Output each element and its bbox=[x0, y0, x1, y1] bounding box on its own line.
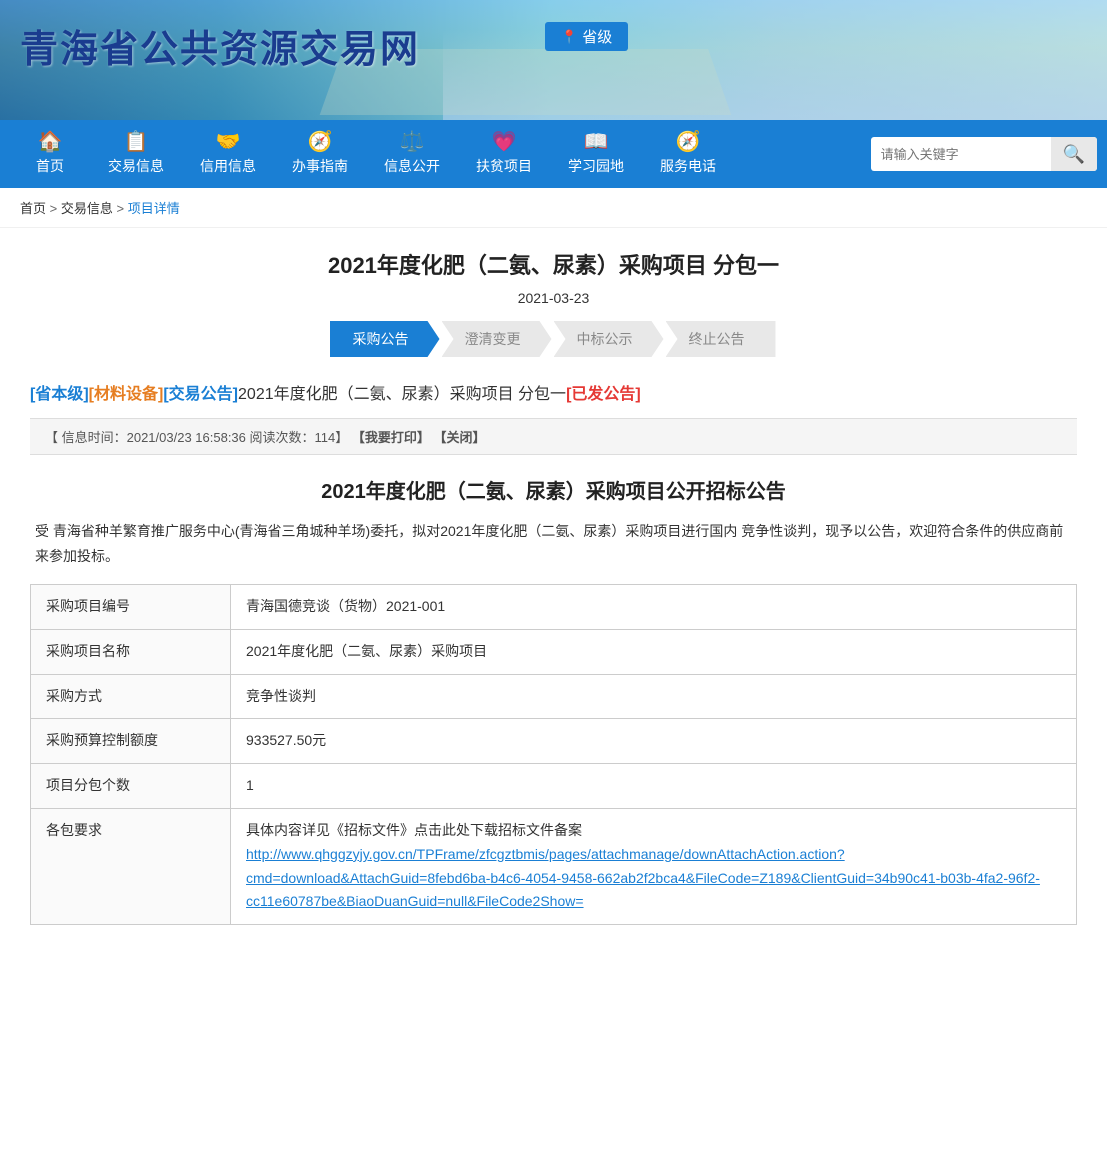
table-value: 933527.50元 bbox=[231, 719, 1077, 764]
poverty-icon: 💗 bbox=[492, 132, 517, 152]
table-label: 采购方式 bbox=[31, 674, 231, 719]
breadcrumb-trade[interactable]: 交易信息 bbox=[61, 201, 113, 216]
nav-learning[interactable]: 📖 学习园地 bbox=[550, 124, 642, 184]
steps-container: 采购公告 澄清变更 中标公示 终止公告 bbox=[30, 321, 1077, 357]
table-value: 具体内容详见《招标文件》点击此处下载招标文件备案http://www.qhggz… bbox=[231, 808, 1077, 924]
table-label: 采购预算控制额度 bbox=[31, 719, 231, 764]
tag-material: [材料设备] bbox=[89, 386, 164, 403]
nav-home[interactable]: 🏠 首页 bbox=[10, 124, 90, 184]
read-count: 阅读次数：114】 bbox=[250, 430, 349, 445]
nav-guide-label: 办事指南 bbox=[292, 156, 348, 176]
intro-content: 受 青海省种羊繁育推广服务中心(青海省三角城种羊场)委托，拟对2021年度化肥（… bbox=[35, 523, 1063, 564]
nav-service-label: 服务电话 bbox=[660, 156, 716, 176]
table-label: 各包要求 bbox=[31, 808, 231, 924]
nav-home-label: 首页 bbox=[36, 156, 64, 176]
download-link[interactable]: http://www.qhggzyjy.gov.cn/TPFrame/zfcgz… bbox=[246, 846, 1040, 910]
main-navbar: 🏠 首页 📋 交易信息 🤝 信用信息 🧭 办事指南 ⚖️ 信息公开 💗 扶贫项目… bbox=[0, 120, 1107, 188]
nav-info-label: 信息公开 bbox=[384, 156, 440, 176]
nav-items: 🏠 首页 📋 交易信息 🤝 信用信息 🧭 办事指南 ⚖️ 信息公开 💗 扶贫项目… bbox=[10, 124, 871, 184]
step-1[interactable]: 澄清变更 bbox=[442, 321, 552, 357]
table-row: 采购预算控制额度933527.50元 bbox=[31, 719, 1077, 764]
step-2[interactable]: 中标公示 bbox=[554, 321, 664, 357]
table-value: 1 bbox=[231, 764, 1077, 809]
table-value: 2021年度化肥（二氨、尿素）采购项目 bbox=[231, 629, 1077, 674]
credit-icon: 🤝 bbox=[216, 132, 241, 152]
close-link[interactable]: 【关闭】 bbox=[434, 430, 486, 445]
nav-poverty[interactable]: 💗 扶贫项目 bbox=[458, 124, 550, 184]
table-row: 采购项目名称2021年度化肥（二氨、尿素）采购项目 bbox=[31, 629, 1077, 674]
tag-trade: [交易公告] bbox=[163, 386, 238, 403]
breadcrumb-home[interactable]: 首页 bbox=[20, 201, 46, 216]
site-title: 青海省公共资源交易网 bbox=[20, 18, 420, 73]
tag-province: [省本级] bbox=[30, 386, 89, 403]
project-title-section: 2021年度化肥（二氨、尿素）采购项目 分包一 2021-03-23 采购公告 … bbox=[30, 248, 1077, 357]
nav-trade-info[interactable]: 📋 交易信息 bbox=[90, 124, 182, 184]
table-row: 项目分包个数1 bbox=[31, 764, 1077, 809]
home-icon: 🏠 bbox=[38, 132, 63, 152]
province-badge[interactable]: 省级 bbox=[545, 22, 628, 51]
project-main-title: 2021年度化肥（二氨、尿素）采购项目 分包一 bbox=[30, 248, 1077, 280]
search-input[interactable] bbox=[871, 147, 1051, 162]
nav-info-open[interactable]: ⚖️ 信息公开 bbox=[366, 124, 458, 184]
service-icon: 🧭 bbox=[676, 132, 701, 152]
nav-credit-label: 信用信息 bbox=[200, 156, 256, 176]
project-date: 2021-03-23 bbox=[30, 290, 1077, 306]
search-button[interactable]: 🔍 bbox=[1051, 137, 1097, 171]
step-3[interactable]: 终止公告 bbox=[666, 321, 776, 357]
table-label: 项目分包个数 bbox=[31, 764, 231, 809]
info-icon: ⚖️ bbox=[400, 132, 425, 152]
announcement-heading: [省本级][材料设备][交易公告]2021年度化肥（二氨、尿素）采购项目 分包一… bbox=[30, 382, 1077, 408]
print-link[interactable]: 【我要打印】 bbox=[352, 430, 430, 445]
table-row: 采购方式竞争性谈判 bbox=[31, 674, 1077, 719]
article-title: 2021年度化肥（二氨、尿素）采购项目公开招标公告 bbox=[30, 475, 1077, 504]
announcement-title-main: 2021年度化肥（二氨、尿素）采购项目 分包一 bbox=[238, 386, 566, 403]
guide-icon: 🧭 bbox=[308, 132, 333, 152]
table-value: 竞争性谈判 bbox=[231, 674, 1077, 719]
info-time: 【 信息时间：2021/03/23 16:58:36 bbox=[45, 430, 246, 445]
nav-learning-label: 学习园地 bbox=[568, 156, 624, 176]
table-value: 青海国德竞谈（货物）2021-001 bbox=[231, 584, 1077, 629]
breadcrumb: 首页 > 交易信息 > 项目详情 bbox=[0, 188, 1107, 228]
header-banner: 青海省公共资源交易网 省级 bbox=[0, 0, 1107, 120]
trade-icon: 📋 bbox=[124, 132, 149, 152]
table-label: 采购项目编号 bbox=[31, 584, 231, 629]
nav-poverty-label: 扶贫项目 bbox=[476, 156, 532, 176]
table-row: 采购项目编号青海国德竞谈（货物）2021-001 bbox=[31, 584, 1077, 629]
nav-guide[interactable]: 🧭 办事指南 bbox=[274, 124, 366, 184]
learning-icon: 📖 bbox=[584, 132, 609, 152]
step-0[interactable]: 采购公告 bbox=[330, 321, 440, 357]
breadcrumb-current: 项目详情 bbox=[128, 201, 180, 216]
nav-trade-label: 交易信息 bbox=[108, 156, 164, 176]
tag-published: [已发公告] bbox=[566, 386, 641, 403]
intro-text: 受 青海省种羊繁育推广服务中心(青海省三角城种羊场)委托，拟对2021年度化肥（… bbox=[30, 519, 1077, 569]
table-label: 采购项目名称 bbox=[31, 629, 231, 674]
info-bar: 【 信息时间：2021/03/23 16:58:36 阅读次数：114】 【我要… bbox=[30, 418, 1077, 455]
table-row: 各包要求具体内容详见《招标文件》点击此处下载招标文件备案http://www.q… bbox=[31, 808, 1077, 924]
nav-credit-info[interactable]: 🤝 信用信息 bbox=[182, 124, 274, 184]
info-table: 采购项目编号青海国德竞谈（货物）2021-001采购项目名称2021年度化肥（二… bbox=[30, 584, 1077, 925]
main-content: 2021年度化肥（二氨、尿素）采购项目 分包一 2021-03-23 采购公告 … bbox=[0, 228, 1107, 945]
nav-service[interactable]: 🧭 服务电话 bbox=[642, 124, 734, 184]
search-box: 🔍 bbox=[871, 137, 1097, 171]
